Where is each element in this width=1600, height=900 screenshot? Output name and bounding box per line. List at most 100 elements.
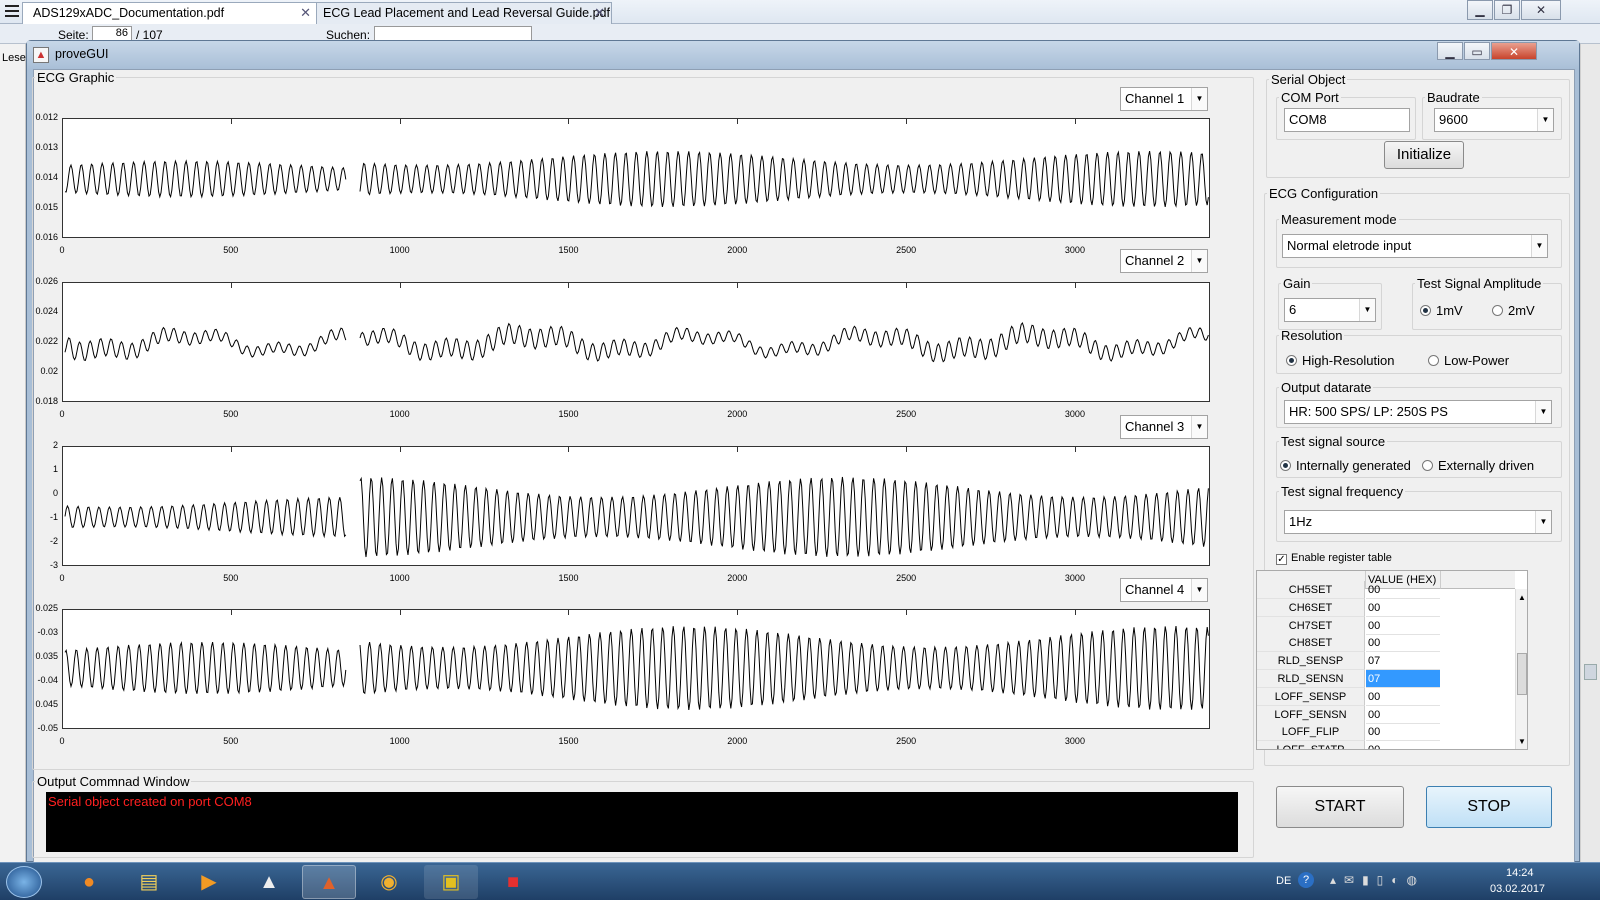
stop-button[interactable]: STOP [1426, 786, 1552, 828]
register-value-cell[interactable]: 00 [1366, 706, 1440, 724]
register-value-cell[interactable]: 07 [1366, 652, 1440, 671]
clock-time[interactable]: 14:24 [1506, 867, 1534, 879]
x-tick-mark [62, 446, 63, 452]
table-row[interactable]: CH5SET 00 [1257, 581, 1515, 599]
pdf-scrollbar[interactable] [1580, 44, 1600, 862]
register-value-cell[interactable]: 07 [1366, 670, 1440, 688]
chevron-down-icon[interactable]: ▼ [1537, 109, 1553, 131]
table-row[interactable]: LOFF_SENSP 00 [1257, 687, 1515, 706]
chevron-down-icon[interactable]: ▼ [1535, 511, 1551, 533]
measurement-select[interactable]: Normal eletrode input ▼ [1282, 234, 1548, 258]
ecg-plot-1 [62, 118, 1210, 238]
source-internal-radio[interactable]: Internally generated [1280, 458, 1411, 473]
source-external-radio[interactable]: Externally driven [1422, 458, 1534, 473]
chevron-down-icon[interactable]: ▼ [1531, 235, 1547, 257]
register-value-cell[interactable]: 00 [1366, 688, 1440, 706]
chevron-down-icon[interactable]: ▼ [1535, 401, 1551, 423]
page-input[interactable]: 86 [92, 26, 132, 41]
amp-1mv-radio[interactable]: 1mV [1420, 303, 1463, 318]
initialize-button[interactable]: Initialize [1384, 141, 1464, 169]
firefox-icon[interactable]: ● [62, 865, 116, 899]
datarate-select[interactable]: HR: 500 SPS/ LP: 250S PS ▼ [1284, 400, 1552, 424]
pdf-tab-2[interactable]: ECG Lead Placement and Lead Reversal Gui… [316, 2, 612, 24]
chevron-down-icon[interactable]: ▼ [1359, 299, 1375, 321]
chevron-down-icon[interactable]: ▼ [1191, 579, 1207, 601]
enable-table-checkbox[interactable]: ✓ Enable register table [1276, 552, 1392, 565]
start-orb-icon[interactable] [6, 866, 42, 898]
restore-icon[interactable]: ❐ [1494, 0, 1520, 20]
gain-label: Gain [1283, 276, 1311, 291]
clock-date[interactable]: 03.02.2017 [1490, 883, 1545, 895]
baudrate-select[interactable]: 9600 ▼ [1434, 108, 1554, 132]
scroll-thumb[interactable] [1517, 653, 1527, 695]
x-tick-label: 1500 [558, 409, 579, 419]
chevron-down-icon[interactable]: ▼ [1191, 250, 1207, 272]
res-low-label: Low-Power [1444, 353, 1510, 368]
table-scrollbar[interactable]: ▲ ▼ [1515, 589, 1527, 749]
ecg-trace-segment [64, 496, 347, 539]
channel-select-4[interactable]: Channel 4 ▼ [1120, 578, 1208, 602]
table-row[interactable]: LOFF_SENSN 00 [1257, 705, 1515, 724]
channel-select-1[interactable]: Channel 1 ▼ [1120, 87, 1208, 111]
x-tick-mark [399, 609, 401, 615]
table-row[interactable]: RLD_SENSN 07 [1257, 670, 1515, 688]
channel-select-3[interactable]: Channel 3 ▼ [1120, 415, 1208, 439]
table-row[interactable]: CH7SET 00 [1257, 616, 1515, 635]
chevron-down-icon[interactable]: ▼ [1191, 88, 1207, 110]
x-tick-mark [568, 446, 570, 452]
frequency-label: Test signal frequency [1281, 484, 1404, 499]
media-player-icon[interactable]: ▶ [182, 865, 236, 899]
table-row[interactable]: CH8SET 00 [1257, 634, 1515, 653]
pdf-reader-icon[interactable]: ▣ [424, 865, 478, 899]
register-name: LOFF_SENSN [1257, 705, 1365, 724]
explorer-icon[interactable]: ▤ [122, 865, 176, 899]
audio-app-icon[interactable]: ◉ [362, 865, 416, 899]
scroll-thumb[interactable] [1584, 664, 1597, 680]
solidworks-icon[interactable]: ■ [486, 865, 540, 899]
channel-select-2[interactable]: Channel 2 ▼ [1120, 249, 1208, 273]
scroll-up-icon[interactable]: ▲ [1518, 593, 1526, 602]
search-input[interactable] [374, 26, 532, 41]
minimize-icon[interactable]: ▁ [1467, 0, 1493, 20]
tray-icons[interactable]: ▴✉▮▯◐◍ [1330, 873, 1425, 887]
maximize-icon[interactable]: ▭ [1464, 42, 1490, 60]
start-button[interactable]: START [1276, 786, 1404, 828]
register-value-cell[interactable]: 00 [1366, 581, 1440, 599]
table-row[interactable]: LOFF_FLIP 00 [1257, 723, 1515, 742]
x-tick-label: 0 [59, 736, 65, 746]
channel-select-value: Channel 2 [1125, 253, 1185, 268]
table-row[interactable]: RLD_SENSP 07 [1257, 652, 1515, 671]
chevron-down-icon[interactable]: ▼ [1191, 416, 1207, 438]
matlab-icon[interactable]: ▲ [302, 865, 356, 899]
frequency-select[interactable]: 1Hz ▼ [1284, 510, 1552, 534]
minimize-icon[interactable]: ▁ [1437, 42, 1463, 60]
register-value-cell[interactable]: 00 [1366, 617, 1440, 635]
scroll-down-icon[interactable]: ▼ [1518, 737, 1526, 746]
close-icon[interactable]: ✕ [594, 5, 605, 21]
close-icon[interactable]: ✕ [1491, 42, 1537, 60]
help-icon[interactable]: ? [1298, 872, 1314, 888]
com-port-input[interactable]: COM8 [1284, 108, 1410, 132]
register-table[interactable]: VALUE (HEX) CH5SET 00 CH6SET 00 CH7SET 00 CH8S… [1256, 570, 1528, 750]
y-tick-label: 0.014 [35, 172, 58, 182]
register-value-cell[interactable]: 00 [1366, 634, 1440, 653]
y-tick-label: 0.025 [35, 603, 58, 613]
res-low-radio[interactable]: Low-Power [1428, 353, 1509, 368]
inkscape-icon[interactable]: ▲ [242, 865, 296, 899]
output-message: Serial object created on port COM8 [48, 794, 252, 809]
amplitude-label: Test Signal Amplitude [1417, 276, 1542, 291]
menu-icon[interactable] [5, 5, 19, 17]
close-icon[interactable]: ✕ [300, 5, 311, 21]
res-high-radio[interactable]: High-Resolution [1286, 353, 1395, 368]
table-row[interactable]: CH6SET 00 [1257, 598, 1515, 617]
register-value-cell[interactable]: 00 [1366, 741, 1440, 749]
gain-select[interactable]: 6 ▼ [1284, 298, 1376, 322]
close-icon[interactable]: ✕ [1521, 0, 1561, 20]
register-value-cell[interactable]: 00 [1366, 723, 1440, 742]
register-value-cell[interactable]: 00 [1366, 599, 1440, 617]
pdf-tab-1[interactable]: ADS129xADC_Documentation.pdf ✕ [22, 2, 318, 24]
amp-2mv-radio[interactable]: 2mV [1492, 303, 1535, 318]
language-indicator[interactable]: DE [1276, 875, 1291, 887]
table-row[interactable]: LOFF_STATP00 [1257, 741, 1515, 749]
x-tick-label: 0 [59, 409, 65, 419]
